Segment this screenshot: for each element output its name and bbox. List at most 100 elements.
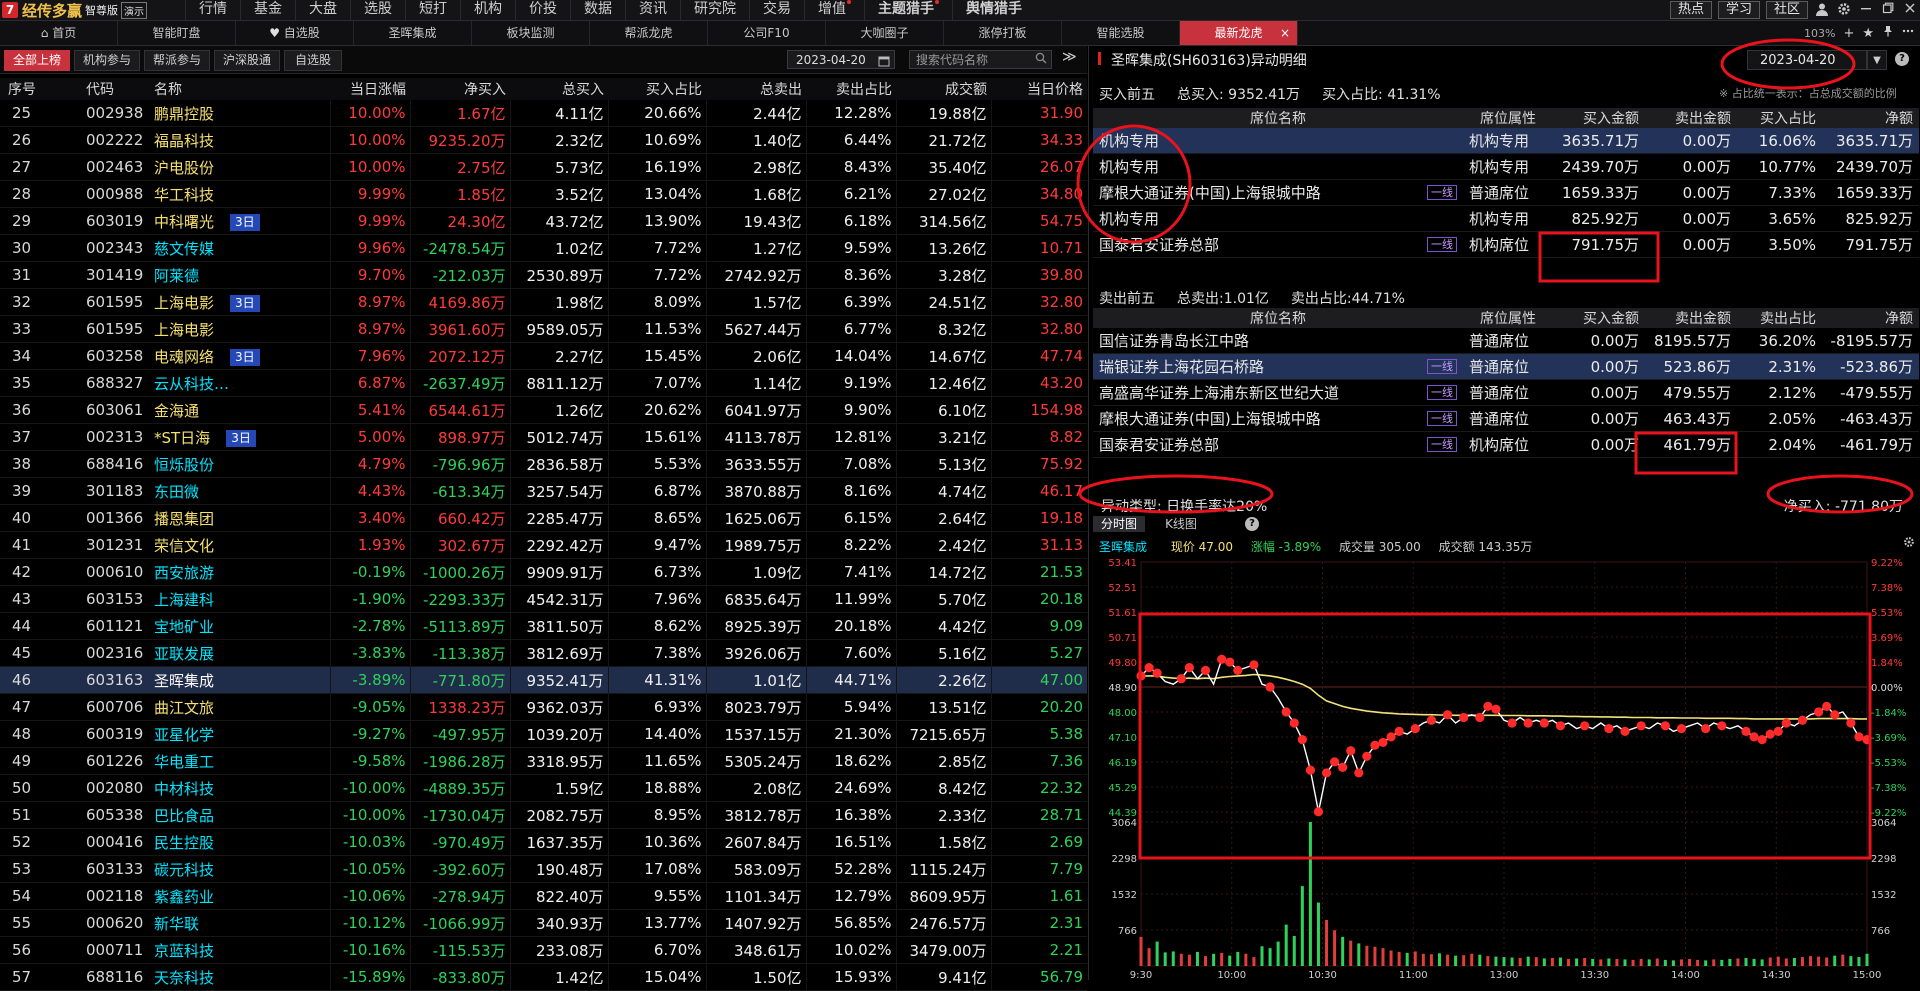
- col-total-sell[interactable]: 总卖出: [706, 78, 806, 100]
- table-row[interactable]: 42 000610 西安旅游 -0.19% -1000.26万 9909.91万 6.73%…: [0, 558, 1087, 586]
- tab-8[interactable]: 涨停打板: [944, 21, 1062, 45]
- chart-settings-icon[interactable]: [1903, 536, 1915, 552]
- hotspot-button[interactable]: 热点: [1669, 1, 1712, 19]
- chart-help-icon[interactable]: ?: [1245, 517, 1259, 531]
- tab-1[interactable]: 智能盯盘: [118, 21, 236, 45]
- seat-row[interactable]: 国信证券青岛长江中路 普通席位 0.00万 8195.57万 36.20% -8195.5…: [1093, 328, 1919, 354]
- table-row[interactable]: 32 601595 上海电影 3日 8.97% 4169.86万 1.98亿 8.09% 1.5…: [0, 288, 1087, 316]
- tier-one-tag[interactable]: 一线: [1427, 237, 1457, 252]
- menu-item-11[interactable]: 增值: [804, 0, 864, 20]
- filter-institution-button[interactable]: 机构参与: [74, 50, 140, 71]
- search-icon[interactable]: [1035, 51, 1047, 70]
- collapse-arrows-icon[interactable]: ≫: [1062, 49, 1077, 65]
- table-row[interactable]: 54 002118 紫鑫药业 -10.06% -278.94万 822.40万 9.55% 1…: [0, 882, 1087, 910]
- seat-row[interactable]: 国泰君安证券总部 一线 机构席位 791.75万 0.00万 3.50% 791.75万: [1093, 231, 1919, 258]
- col-name[interactable]: 名称: [150, 78, 330, 100]
- col-code[interactable]: 代码: [66, 78, 150, 100]
- menu-item-3[interactable]: 选股: [350, 0, 405, 20]
- tier-one-tag[interactable]: 一线: [1427, 185, 1457, 200]
- filter-watchlist-button[interactable]: 自选股: [284, 50, 342, 71]
- table-row[interactable]: 37 002313 *ST日海 3日 5.00% 898.97万 5012.74万 15.61…: [0, 423, 1087, 451]
- calendar-icon[interactable]: [878, 54, 890, 73]
- community-button[interactable]: 社区: [1765, 1, 1808, 19]
- table-row[interactable]: 43 603153 上海建科 -1.90% -2293.33万 4542.31万 7.96%…: [0, 585, 1087, 613]
- table-row[interactable]: 41 301231 荣信文化 1.93% 302.67万 2292.42万 9.47% 198…: [0, 531, 1087, 559]
- intraday-chart[interactable]: 53.41 9.22% 52.51 7.38% 51.61 5.53% 50.71 3.69%…: [1089, 554, 1920, 980]
- filter-all-button[interactable]: 全部上榜: [4, 50, 70, 71]
- seat-row[interactable]: 机构专用 机构专用 825.92万 0.00万 3.65% 825.92万: [1093, 205, 1919, 232]
- table-row[interactable]: 52 000416 民生控股 -10.03% -970.49万 1637.35万 10.36…: [0, 828, 1087, 856]
- list-date-picker[interactable]: 2023-04-20: [787, 50, 895, 69]
- tier-one-tag[interactable]: 一线: [1427, 437, 1457, 452]
- gear-icon[interactable]: [1836, 2, 1852, 18]
- table-row[interactable]: 44 601121 宝地矿业 -2.78% -5113.89万 3811.50万 8.62%…: [0, 612, 1087, 640]
- tab-2[interactable]: ♥ 自选股: [236, 21, 354, 45]
- tab-7[interactable]: 大咖圈子: [826, 21, 944, 45]
- close-icon[interactable]: [1902, 2, 1918, 18]
- tab-10[interactable]: 最新龙虎 ×: [1180, 21, 1298, 45]
- table-row[interactable]: 56 000711 京蓝科技 -10.16% -115.53万 233.08万 6.70% 3…: [0, 936, 1087, 964]
- tab-5[interactable]: 帮派龙虎: [590, 21, 708, 45]
- menu-item-8[interactable]: 资讯: [625, 0, 680, 20]
- user-icon[interactable]: [1814, 2, 1830, 18]
- chevron-down-icon[interactable]: ▼: [1867, 50, 1887, 70]
- table-row[interactable]: 57 688116 天奈科技 -15.89% -833.80万 1.42亿 15.04% 1.…: [0, 963, 1087, 991]
- table-row[interactable]: 26 002222 福晶科技 10.00% 9235.20万 2.32亿 10.69% 1.4…: [0, 126, 1087, 154]
- menu-item-13[interactable]: 舆情猎手: [952, 0, 1035, 20]
- table-row[interactable]: 30 002343 慈文传媒 9.96% -2478.54万 1.02亿 7.72% 1.27…: [0, 234, 1087, 262]
- seat-row[interactable]: 高盛高华证券上海浦东新区世纪大道 一线 普通席位 0.00万 479.55万 2.12% -…: [1093, 379, 1919, 406]
- table-row[interactable]: 34 603258 电魂网络 3日 7.96% 2072.12万 2.27亿 15.45% 2.…: [0, 342, 1087, 370]
- add-icon[interactable]: +: [1843, 26, 1854, 41]
- tab-9[interactable]: 智能选股: [1062, 21, 1180, 45]
- table-row[interactable]: 25 002938 鹏鼎控股 10.00% 1.67亿 4.11亿 20.66% 2.44亿 1…: [0, 100, 1087, 127]
- menu-item-5[interactable]: 机构: [460, 0, 515, 20]
- tab-4[interactable]: 板块监测: [472, 21, 590, 45]
- more-icon[interactable]: [1902, 25, 1914, 41]
- col-price[interactable]: 当日价格: [991, 78, 1087, 100]
- table-row[interactable]: 48 600319 亚星化学 -9.27% -497.95万 1039.20万 14.40%…: [0, 720, 1087, 748]
- table-row[interactable]: 46 603163 圣晖集成 -3.89% -771.80万 9352.41万 41.31%…: [0, 666, 1087, 694]
- filter-gang-button[interactable]: 帮派参与: [144, 50, 210, 71]
- menu-item-7[interactable]: 数据: [570, 0, 625, 20]
- col-seq[interactable]: 序号: [0, 78, 66, 100]
- tier-one-tag[interactable]: 一线: [1427, 359, 1457, 374]
- table-row[interactable]: 33 601595 上海电影 8.97% 3961.60万 9589.05万 11.53% 5…: [0, 315, 1087, 343]
- table-row[interactable]: 27 002463 沪电股份 10.00% 2.75亿 5.73亿 16.19% 2.98亿 8…: [0, 153, 1087, 181]
- detail-date-select[interactable]: 2023-04-20: [1747, 50, 1867, 70]
- table-row[interactable]: 49 601226 华电重工 -9.58% -1986.28万 3318.95万 11.65…: [0, 747, 1087, 775]
- tab-0[interactable]: ⌂ 首页: [0, 21, 118, 45]
- col-amount[interactable]: 成交额: [896, 78, 991, 100]
- zoom-level[interactable]: 103%: [1804, 27, 1835, 40]
- menu-item-10[interactable]: 交易: [749, 0, 804, 20]
- table-row[interactable]: 53 603133 碳元科技 -10.05% -392.60万 190.48万 17.08%…: [0, 855, 1087, 883]
- table-row[interactable]: 29 603019 中科曙光 3日 9.99% 24.30亿 43.72亿 13.90% 19.…: [0, 207, 1087, 235]
- table-row[interactable]: 39 301183 东田微 4.43% -613.34万 3257.54万 6.87% 387…: [0, 477, 1087, 505]
- seat-row[interactable]: 瑞银证券上海花园石桥路 一线 普通席位 0.00万 523.86万 2.31% -523.8…: [1093, 353, 1919, 380]
- table-row[interactable]: 51 605338 巴比食品 -10.00% -1730.04万 2082.75万 8.95…: [0, 801, 1087, 829]
- menu-item-1[interactable]: 基金: [240, 0, 295, 20]
- star-icon[interactable]: ★: [1862, 26, 1874, 41]
- table-row[interactable]: 50 002080 中材科技 -10.00% -4889.35万 1.59亿 18.88% 2…: [0, 774, 1087, 802]
- col-buy-ratio[interactable]: 买入占比: [608, 78, 706, 100]
- table-row[interactable]: 31 301419 阿莱德 9.70% -212.03万 2530.89万 7.72% 274…: [0, 261, 1087, 289]
- learn-button[interactable]: 学习: [1717, 1, 1760, 19]
- menu-item-12[interactable]: 主题猎手: [864, 0, 952, 20]
- minimize-icon[interactable]: [1858, 2, 1874, 18]
- tab-close-icon[interactable]: ×: [1280, 21, 1290, 45]
- app-logo[interactable]: 7 经传多赢 智尊版 演示: [2, 1, 148, 20]
- menu-item-9[interactable]: 研究院: [680, 0, 749, 20]
- col-sell-ratio[interactable]: 卖出占比: [806, 78, 896, 100]
- table-row[interactable]: 38 688416 恒烁股份 4.79% -796.96万 2836.58万 5.53% 36…: [0, 450, 1087, 478]
- col-change[interactable]: 当日涨幅: [330, 78, 410, 100]
- tab-kline[interactable]: K线图: [1155, 516, 1207, 532]
- seat-row[interactable]: 国泰君安证券总部 一线 机构席位 0.00万 461.79万 2.04% -461.79万: [1093, 431, 1919, 458]
- col-net-buy[interactable]: 净买入: [410, 78, 510, 100]
- table-row[interactable]: 35 688327 云从科技… 6.87% -2637.49万 8811.12万 7.07%…: [0, 369, 1087, 397]
- pin-icon[interactable]: [1882, 25, 1894, 41]
- table-row[interactable]: 40 001366 播恩集团 3.40% 660.42万 2285.47万 8.65% 162…: [0, 504, 1087, 532]
- seat-row[interactable]: 摩根大通证券(中国)上海银城中路 一线 普通席位 0.00万 463.43万 2.05% -…: [1093, 405, 1919, 432]
- table-row[interactable]: 36 603061 金海通 5.41% 6544.61万 1.26亿 20.62% 6041.…: [0, 396, 1087, 424]
- tier-one-tag[interactable]: 一线: [1427, 411, 1457, 426]
- filter-connect-button[interactable]: 沪深股通: [214, 50, 280, 71]
- menu-item-0[interactable]: 行情: [185, 0, 240, 20]
